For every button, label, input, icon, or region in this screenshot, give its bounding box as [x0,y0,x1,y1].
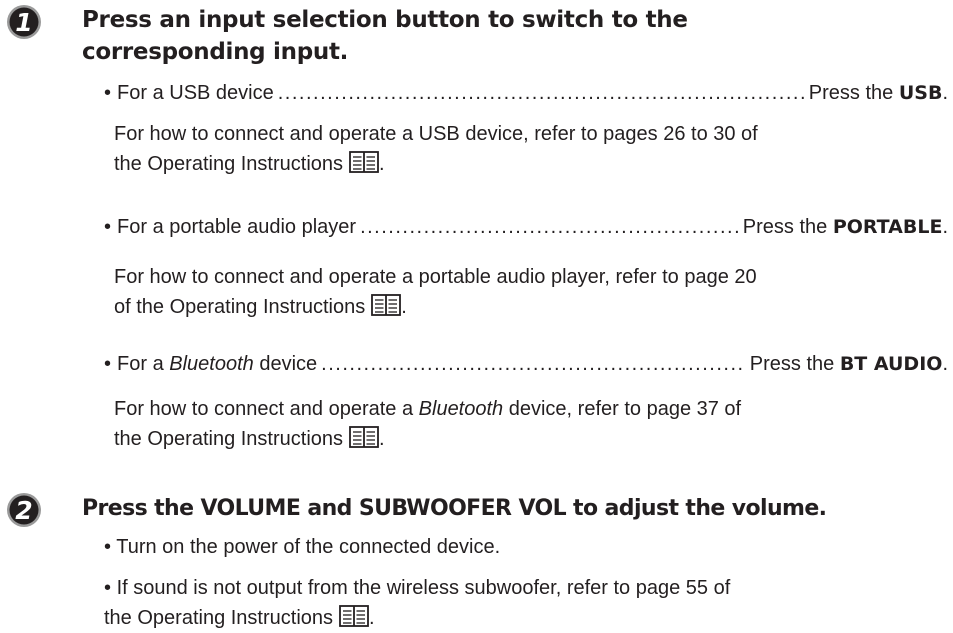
usb-description: For how to connect and operate a USB dev… [114,119,934,179]
usb-desc-line-2: the Operating Instructions. [114,149,934,179]
dot-leader: ........................................… [321,353,746,375]
step-1-number: 1 [15,8,32,37]
period: . [942,82,948,104]
bluetooth-desc-prefix: For how to connect and operate a [114,398,414,420]
period: . [379,153,385,175]
period: . [942,216,948,238]
bluetooth-desc-italic: Bluetooth [418,398,504,420]
step-1-heading-line-2: corresponding input. [82,39,349,65]
portable-action: Press the PORTABLE. [743,212,948,242]
bullet-dot: • [104,82,112,104]
step-2-heading: Press the VOLUME and SUBWOOFER VOL to ad… [82,496,827,521]
step-1-heading: Press an input selection button to switc… [82,4,688,68]
portable-bullet: • For a portable audio player ..........… [104,212,948,242]
bullet-dot: • [104,577,112,599]
step-2-badge-icon: 2 [6,492,42,528]
bluetooth-desc-line-2-text: the Operating Instructions [114,428,344,450]
usb-desc-line-1: For how to connect and operate a USB dev… [114,123,758,145]
usb-bullet-text: For a USB device [117,82,274,104]
note-1-text: Turn on the power of the connected devic… [116,536,501,558]
step-2-note-1: • Turn on the power of the connected dev… [104,532,938,562]
bullet-dot: • [104,536,112,558]
portable-desc-line-1: For how to connect and operate a portabl… [114,266,757,288]
period: . [942,353,948,375]
note-2-line-2: the Operating Instructions. [104,603,938,633]
bluetooth-bullet-suffix: device [259,353,318,375]
bluetooth-bullet-text: For a Bluetooth device [117,349,317,379]
dot-leader: ........................................… [360,216,739,238]
bluetooth-desc-suffix: device, refer to page 37 of [508,398,742,420]
usb-desc-line-2-text: the Operating Instructions [114,153,344,175]
bullet-dot: • [104,216,112,238]
usb-action: Press the USB. [809,78,948,108]
open-book-icon [349,426,379,448]
portable-bullet-text: For a portable audio player [117,216,357,238]
bluetooth-bullet-prefix: For a [117,353,164,375]
note-2-line-1-text: If sound is not output from the wireless… [116,577,731,599]
step-1-badge-icon: 1 [6,4,42,40]
open-book-icon [349,151,379,173]
step-2-note-2: • If sound is not output from the wirele… [104,573,938,633]
portable-desc-line-2-text: of the Operating Instructions [114,296,366,318]
bluetooth-description: For how to connect and operate a Bluetoo… [114,394,934,454]
bluetooth-desc-line-1: For how to connect and operate a Bluetoo… [114,394,934,424]
dot-leader: ........................................… [277,82,805,104]
period: . [401,296,407,318]
note-2-line-1: • If sound is not output from the wirele… [104,573,938,603]
bluetooth-desc-line-2: the Operating Instructions. [114,424,934,454]
portable-desc-line-2: of the Operating Instructions. [114,292,934,322]
period: . [379,428,385,450]
open-book-icon [371,294,402,316]
usb-action-prefix: Press the [808,82,894,104]
step-1-heading-line-1: Press an input selection button to switc… [82,7,688,33]
portable-action-prefix: Press the [742,216,828,238]
bluetooth-action: Press the BT AUDIO. [750,349,948,379]
step-2-number: 2 [15,496,32,525]
bluetooth-bullet: • For a Bluetooth device ...............… [104,349,948,379]
manual-page: 1 Press an input selection button to swi… [0,0,953,629]
bullet-dot: • [104,353,112,375]
bt-audio-key-label: BT AUDIO [839,353,943,375]
bluetooth-bullet-italic: Bluetooth [169,353,254,375]
portable-key-label: PORTABLE [832,216,943,238]
open-book-icon [339,605,369,627]
portable-description: For how to connect and operate a portabl… [114,262,934,322]
bluetooth-action-prefix: Press the [749,353,835,375]
usb-key-label: USB [898,82,943,104]
usb-bullet: • For a USB device .....................… [104,78,948,108]
